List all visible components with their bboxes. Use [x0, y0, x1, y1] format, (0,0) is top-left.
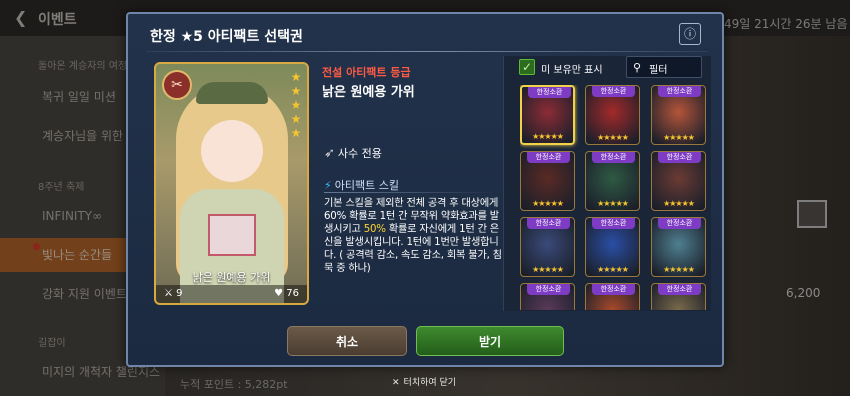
receive-button[interactable]: 받기	[416, 326, 564, 356]
artifact-card: ✂ ★ ★ ★ ★ ★ 낡은 원예용 가위 ⚔ 9 ♥ 76	[154, 62, 309, 305]
tile-stars: ★★★★★	[597, 133, 629, 142]
tile-stars: ★★★★★	[663, 133, 695, 142]
artifact-tile[interactable]: 한정소환 ★★★★★	[585, 217, 640, 277]
filter-icon: ⚲	[633, 61, 642, 74]
card-stars: ★ ★ ★ ★ ★	[290, 70, 302, 140]
tile-stars: ★★★★★	[663, 199, 695, 208]
close-icon: ✕	[392, 378, 400, 388]
artifact-selection-modal: 한정 ★5 아티팩트 선택권 ⓘ ✂ ★ ★ ★ ★ ★ 낡은 원예용 가위 ⚔ 9 ♥…	[126, 12, 724, 367]
limited-tag: 한정소환	[527, 152, 570, 163]
limited-tag: 한정소환	[658, 284, 701, 295]
tile-stars: ★★★★★	[597, 199, 629, 208]
modal-title: 한정 ★5 아티팩트 선택권	[150, 29, 303, 45]
unowned-only-checkbox[interactable]: ✓	[519, 59, 535, 75]
cancel-button[interactable]: 취소	[287, 326, 407, 356]
limited-tag: 한정소환	[528, 87, 571, 98]
artifact-tile[interactable]: 한정소환 ★★★★★	[520, 151, 575, 211]
tile-stars: ★★★★★	[597, 265, 629, 274]
artifact-tile[interactable]: 한정소환 ★★★★★	[585, 151, 640, 211]
artifact-tile[interactable]: 한정소환★★★★★	[585, 283, 640, 310]
skill-description: 기본 스킬을 제외한 전체 공격 후 대상에게 60% 확률로 1턴 간 무작위…	[324, 198, 502, 274]
tile-stars: ★★★★★	[532, 199, 564, 208]
artifact-tile[interactable]: 한정소환 ★★★★★	[585, 85, 640, 145]
artifact-name: 낡은 원예용 가위	[322, 85, 415, 100]
card-name: 낡은 원예용 가위	[192, 271, 271, 284]
limited-tag: 한정소환	[592, 284, 635, 295]
limited-tag: 한정소환	[592, 152, 635, 163]
limited-tag: 한정소환	[527, 284, 570, 295]
skill-heading: ⚡ 아티팩트 스킬	[324, 179, 399, 192]
info-icon[interactable]: ⓘ	[679, 23, 701, 45]
limited-tag: 한정소환	[592, 86, 635, 97]
limited-tag: 한정소환	[658, 86, 701, 97]
tile-stars: ★★★★★	[663, 265, 695, 274]
bow-icon: ➶	[324, 146, 335, 161]
skill-divider	[324, 192, 496, 193]
scissors-icon: ✂	[162, 70, 192, 100]
artifact-tile[interactable]: 한정소환 ★★★★★	[520, 217, 575, 277]
tile-stars: ★★★★★	[532, 132, 564, 141]
artifact-tile[interactable]: 한정소환★★★★★	[520, 283, 575, 310]
limited-tag: 한정소환	[527, 218, 570, 229]
class-restriction: ➶ 사수 전용	[324, 146, 382, 161]
lightning-icon: ⚡	[324, 179, 332, 192]
card-footer: ⚔ 9 ♥ 76	[156, 285, 307, 303]
artifact-tile[interactable]: 한정소환 ★★★★★	[520, 85, 575, 145]
artifact-tile[interactable]: 한정소환 ★★★★★	[651, 217, 706, 277]
artifact-grid: 한정소환 ★★★★★ 한정소환 ★★★★★ 한정소환 ★★★★★ 한정소환 ★★★★★ 한정소환…	[520, 85, 706, 310]
limited-tag: 한정소환	[658, 152, 701, 163]
title-divider	[146, 51, 708, 52]
card-art-gift	[208, 214, 256, 256]
card-count-left: ⚔ 9	[164, 288, 183, 299]
filter-button[interactable]: ⚲ 필터	[626, 56, 702, 78]
unowned-only-label: 미 보유만 표시	[541, 65, 603, 76]
artifact-grade: 전설 아티팩트 등급	[322, 66, 411, 79]
card-count-right: ♥ 76	[274, 288, 299, 299]
limited-tag: 한정소환	[658, 218, 701, 229]
artifact-tile[interactable]: 한정소환 ★★★★★	[651, 85, 706, 145]
artifact-tile[interactable]: 한정소환★★★★★	[651, 283, 706, 310]
limited-tag: 한정소환	[592, 218, 635, 229]
close-hint[interactable]: ✕ 터치하여 닫기	[392, 375, 456, 388]
card-art-face	[201, 120, 263, 182]
card-art-hat	[196, 82, 268, 104]
artifact-tile[interactable]: 한정소환 ★★★★★	[651, 151, 706, 211]
tile-stars: ★★★★★	[532, 265, 564, 274]
